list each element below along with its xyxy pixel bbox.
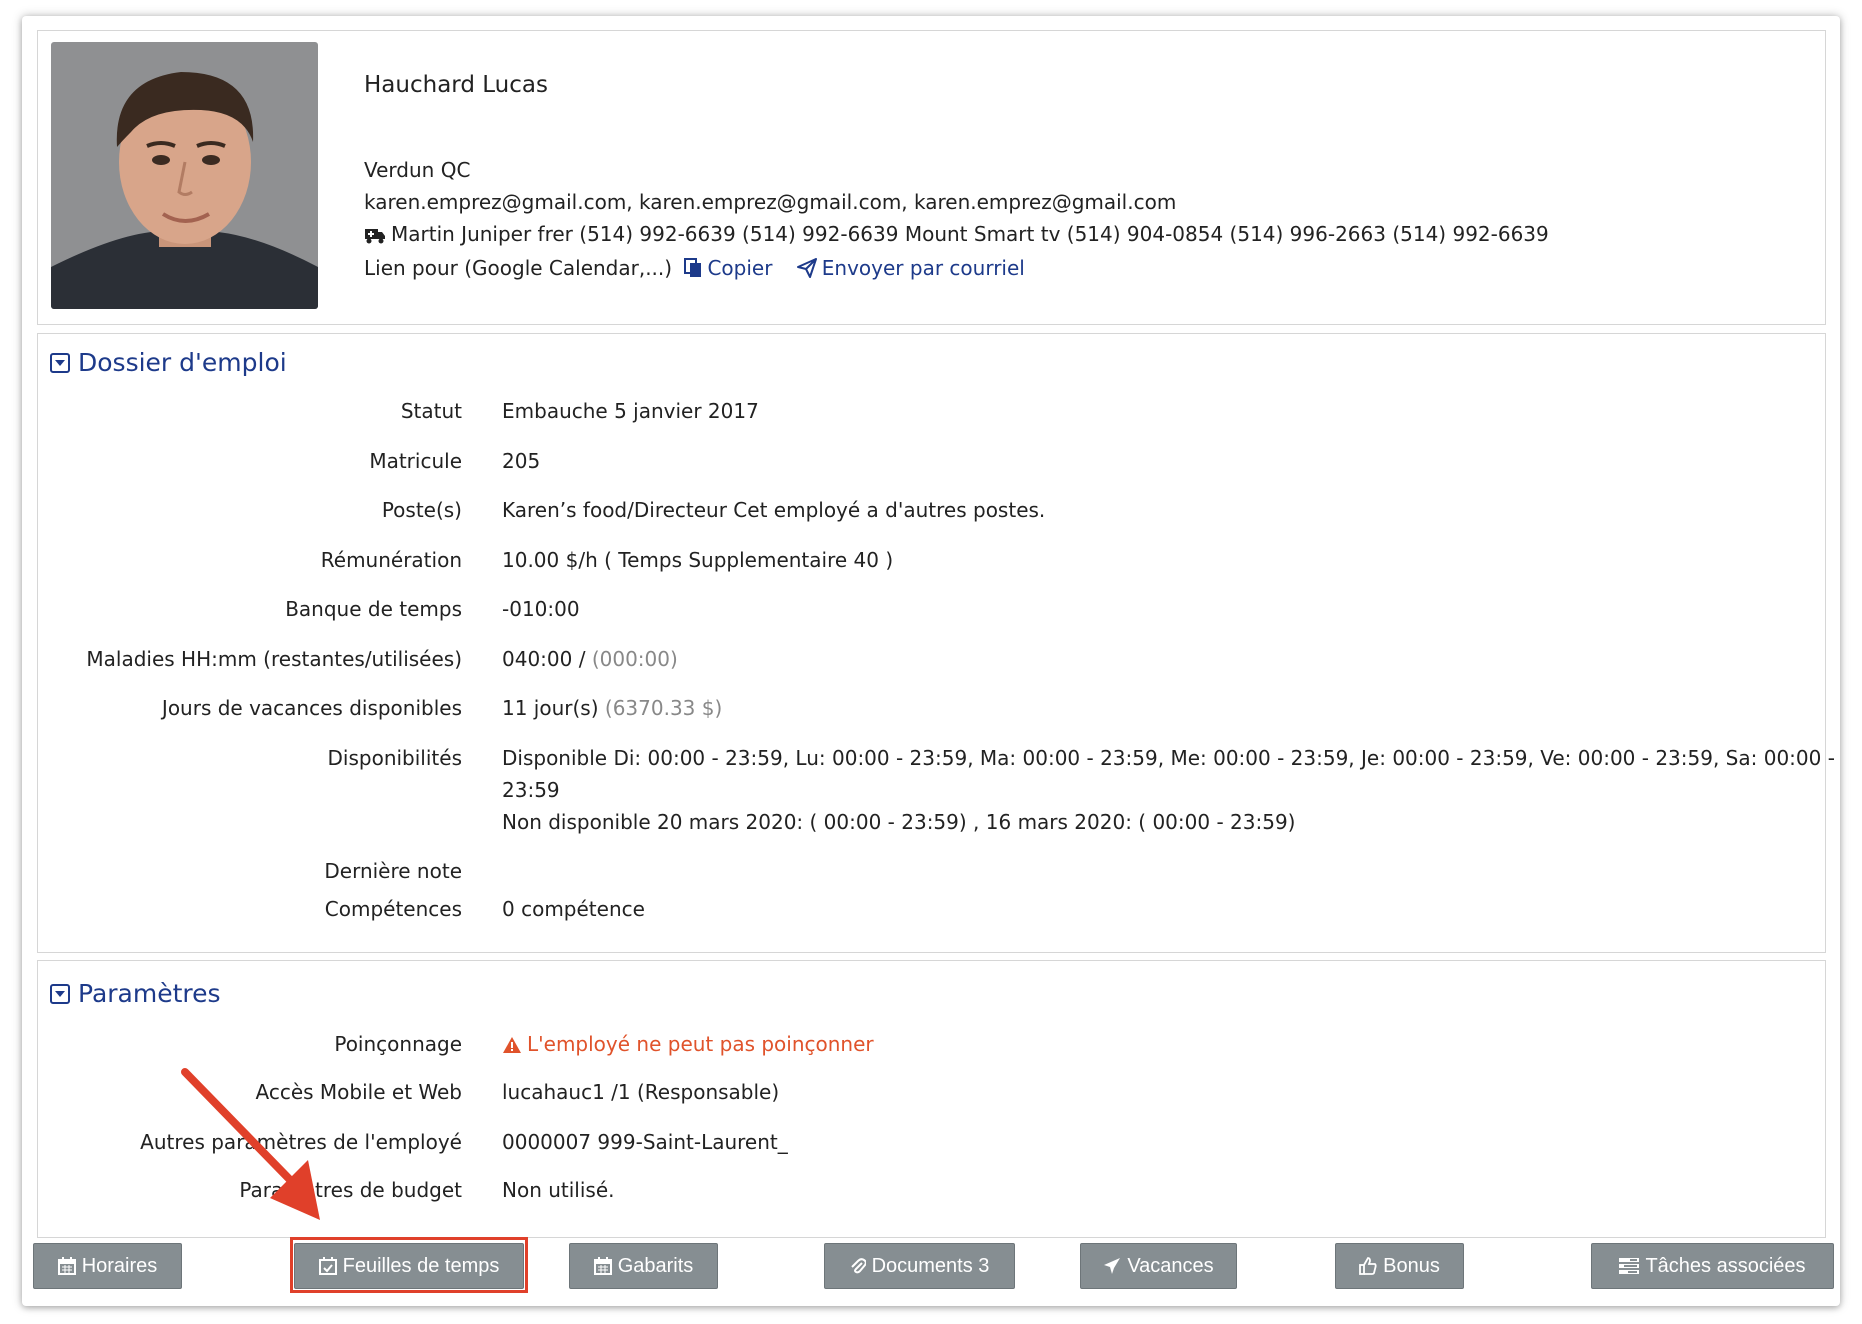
dossier-section-toggle[interactable]: Dossier d'emploi	[50, 348, 287, 377]
postes-value: Karen’s food/Directeur Cet employé a d'a…	[502, 498, 1046, 522]
collapse-icon	[50, 983, 70, 1004]
calendar-icon	[57, 1257, 76, 1275]
send-email-link[interactable]: Envoyer par courriel	[796, 256, 1025, 283]
remuneration-label: Rémunération	[320, 548, 462, 572]
send-email-label: Envoyer par courriel	[821, 256, 1025, 280]
budget-value: Non utilisé.	[502, 1178, 615, 1202]
calendar-link-line: Lien pour (Google Calendar,...) Copier E…	[364, 256, 1025, 283]
plane-icon	[1103, 1257, 1121, 1275]
taches-label: Tâches associées	[1645, 1254, 1806, 1277]
matricule-label: Matricule	[369, 449, 462, 473]
disponibilites-line2: 23:59	[502, 778, 560, 802]
maladies-used: (000:00)	[591, 647, 678, 671]
disponibilites-label: Disponibilités	[327, 746, 462, 770]
status-value: Embauche 5 janvier 2017	[502, 399, 759, 423]
poinconnage-label: Poinçonnage	[334, 1032, 462, 1056]
paperclip-icon	[850, 1257, 866, 1275]
postes-label: Poste(s)	[381, 498, 462, 522]
documents-button[interactable]: Documents 3	[824, 1243, 1015, 1289]
vacances-amount: (6370.33 $)	[604, 696, 723, 720]
paper-plane-icon	[796, 258, 817, 283]
employee-emails: karen.emprez@gmail.com, karen.emprez@gma…	[364, 190, 1177, 214]
derniere-note-label: Dernière note	[324, 859, 462, 883]
dossier-panel	[37, 333, 1826, 953]
bonus-label: Bonus	[1383, 1254, 1440, 1277]
employee-location: Verdun QC	[364, 158, 471, 182]
taches-associees-button[interactable]: Tâches associées	[1591, 1243, 1834, 1289]
copy-icon	[684, 258, 702, 283]
ambulance-icon	[364, 225, 386, 249]
collapse-icon	[50, 352, 70, 373]
gabarits-label: Gabarits	[617, 1254, 694, 1277]
employee-name: Hauchard Lucas	[364, 72, 548, 98]
warning-icon	[502, 1035, 522, 1059]
vacances-days: 11 jour(s)	[502, 696, 599, 720]
banque-temps-label: Banque de temps	[285, 597, 462, 621]
calendar-icon	[593, 1257, 612, 1275]
competences-label: Compétences	[324, 897, 462, 921]
matricule-value: 205	[502, 449, 541, 473]
competences-value: 0 compétence	[502, 897, 645, 921]
maladies-value: 040:00 / (000:00)	[502, 647, 678, 671]
dossier-title: Dossier d'emploi	[78, 348, 287, 377]
thumbs-up-icon	[1359, 1257, 1377, 1275]
non-disponible-line: Non disponible 20 mars 2020: ( 00:00 - 2…	[502, 810, 1296, 834]
employee-photo	[51, 42, 318, 309]
copy-link[interactable]: Copier	[684, 256, 778, 280]
maladies-remaining: 040:00 /	[502, 647, 586, 671]
params-section-toggle[interactable]: Paramètres	[50, 979, 221, 1008]
horaires-label: Horaires	[81, 1254, 158, 1277]
remuneration-value: 10.00 $/h ( Temps Supplementaire 40 )	[502, 548, 894, 572]
vacances-button[interactable]: Vacances	[1080, 1243, 1237, 1289]
poinconnage-text: L'employé ne peut pas poinçonner	[527, 1032, 874, 1056]
vacances-btn-label: Vacances	[1127, 1254, 1214, 1277]
maladies-label: Maladies HH:mm (restantes/utilisées)	[86, 647, 462, 671]
autres-params-value: 0000007 999-Saint-Laurent_	[502, 1130, 788, 1154]
bonus-button[interactable]: Bonus	[1335, 1243, 1464, 1289]
tasks-icon	[1619, 1257, 1640, 1275]
poinconnage-value: L'employé ne peut pas poinçonner	[502, 1032, 874, 1059]
vacances-label: Jours de vacances disponibles	[161, 696, 462, 720]
vacances-value: 11 jour(s) (6370.33 $)	[502, 696, 722, 720]
horaires-button[interactable]: Horaires	[33, 1243, 182, 1289]
disponibilites-line1: Disponible Di: 00:00 - 23:59, Lu: 00:00 …	[502, 746, 1835, 770]
emergency-contact-text: Martin Juniper frer (514) 992-6639 (514)…	[391, 222, 1549, 246]
calendar-link-label: Lien pour (Google Calendar,...)	[364, 256, 673, 280]
params-title: Paramètres	[78, 979, 221, 1008]
status-label: Statut	[400, 399, 462, 423]
annotation-arrow	[170, 1060, 350, 1244]
gabarits-button[interactable]: Gabarits	[569, 1243, 718, 1289]
emergency-contact-line: Martin Juniper frer (514) 992-6639 (514)…	[364, 222, 1549, 249]
documents-label: Documents 3	[871, 1254, 990, 1277]
highlight-box	[290, 1237, 528, 1293]
banque-temps-value: -010:00	[502, 597, 580, 621]
copy-label: Copier	[707, 256, 773, 280]
acces-value: lucahauc1 /1 (Responsable)	[502, 1080, 780, 1104]
